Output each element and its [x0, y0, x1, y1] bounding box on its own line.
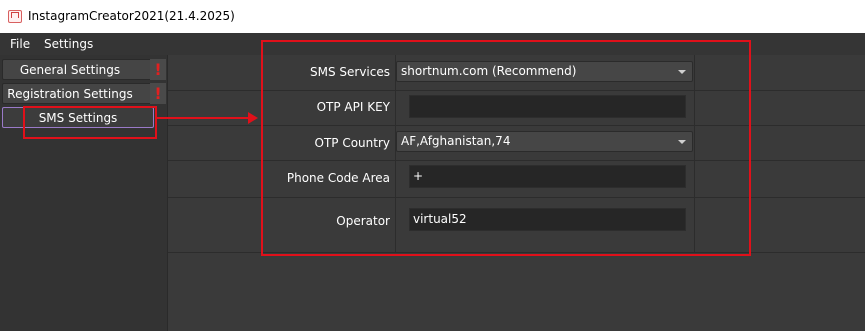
- title-bar: InstagramCreator2021(21.4.2025): [0, 0, 865, 33]
- sidebar-item-general-settings[interactable]: General Settings: [2, 59, 152, 80]
- menu-file[interactable]: File: [10, 37, 30, 51]
- window-title: InstagramCreator2021(21.4.2025): [28, 9, 235, 23]
- annotation-arrow-line: [157, 117, 249, 119]
- annotation-highlight-box: [261, 40, 751, 256]
- sidebar-item-label: General Settings: [19, 63, 121, 77]
- app-icon: [8, 10, 22, 23]
- warning-icon: !: [150, 83, 166, 104]
- menu-settings[interactable]: Settings: [44, 37, 93, 51]
- sidebar-item-registration-settings[interactable]: Registration Settings: [2, 83, 152, 104]
- sidebar-item-label: Registration Settings: [7, 87, 133, 101]
- annotation-highlight-box: [23, 106, 157, 139]
- sidebar: General Settings ! Registration Settings…: [0, 55, 167, 331]
- warning-icon: !: [150, 59, 166, 80]
- annotation-arrow-icon: [248, 112, 258, 124]
